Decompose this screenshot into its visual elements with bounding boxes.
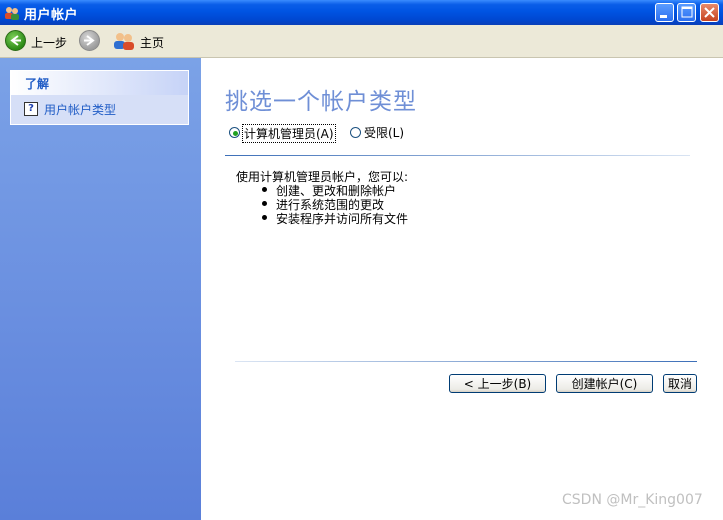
maximize-icon [681,6,693,18]
learn-title: 了解 [25,77,50,91]
arrow-left-icon [10,35,21,46]
forward-button[interactable] [79,30,100,51]
list-item: 安装程序并访问所有文件 [260,210,408,226]
admin-radio-label[interactable]: 计算机管理员(A) [242,124,336,143]
title-bar: 用户帐户 [0,0,723,25]
list-item: 进行系统范围的更改 [260,196,408,212]
help-icon: ? [24,102,38,116]
radio-selected-dot [233,131,238,136]
users-icon [5,7,19,20]
limited-radio-label[interactable]: 受限(L) [364,124,404,141]
divider [225,155,690,156]
sidebar-link-account-types[interactable]: 用户帐户类型 [44,101,116,118]
window-title: 用户帐户 [24,8,79,23]
divider [235,361,697,362]
close-icon [704,7,715,18]
cancel-button[interactable]: 取消 [663,374,697,393]
toolbar: 上一步 主页 [0,25,723,58]
back-step-button[interactable]: < 上一步(B) [449,374,546,393]
admin-radio[interactable] [229,127,240,138]
create-account-button[interactable]: 创建帐户(C) [556,374,653,393]
back-button[interactable] [5,30,26,51]
privileges-list: 创建、更改和删除帐户 进行系统范围的更改 安装程序并访问所有文件 [260,182,408,226]
minimize-button[interactable] [655,3,674,22]
arrow-right-icon [84,35,95,46]
back-label[interactable]: 上一步 [31,34,67,51]
maximize-button[interactable] [677,3,696,22]
sidebar: 了解 ? 用户帐户类型 [0,58,201,520]
watermark: CSDN @Mr_King007 [562,492,703,508]
learn-panel: 了解 ? 用户帐户类型 [10,70,189,125]
limited-radio[interactable] [350,127,361,138]
page-title: 挑选一个帐户类型 [225,89,417,115]
learn-header: 了解 [11,71,188,95]
home-label[interactable]: 主页 [140,34,164,51]
home-users-icon[interactable] [113,31,135,51]
list-item: 创建、更改和删除帐户 [260,182,408,198]
minimize-icon [660,15,667,18]
close-button[interactable] [700,3,719,22]
